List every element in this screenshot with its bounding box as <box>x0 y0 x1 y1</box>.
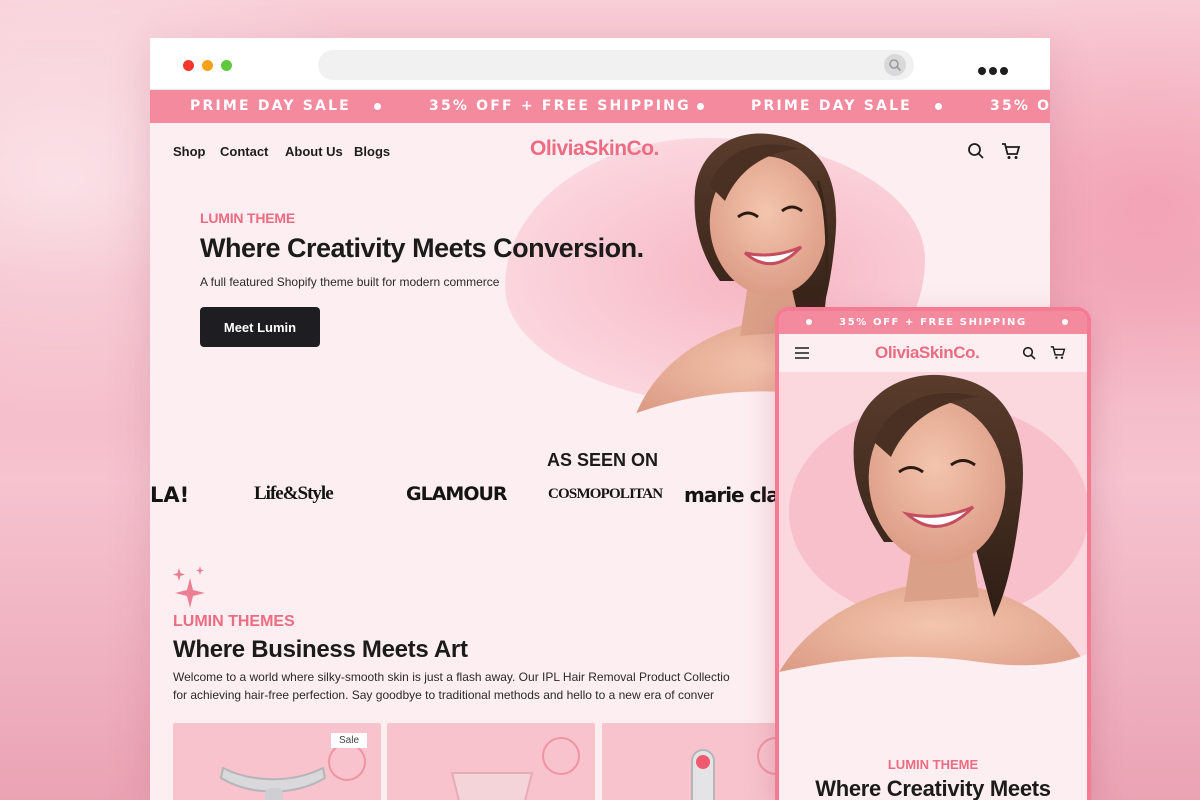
meet-lumin-button[interactable]: Meet Lumin <box>200 307 320 347</box>
section-body: Welcome to a world where silky-smooth sk… <box>173 668 793 704</box>
mobile-preview: 35% OFF + FREE SHIPPING OliviaSkinCo. LU… <box>775 307 1091 800</box>
nav-link-contact[interactable]: Contact <box>220 144 268 159</box>
mobile-model-image <box>779 374 1087 692</box>
as-seen-on-title: AS SEEN ON <box>547 450 659 470</box>
mobile-hero-eyebrow: LUMIN THEME <box>887 757 979 772</box>
mobile-hero-image <box>779 372 1087 692</box>
announcement-item: 35% OFF + FREE SHIPPING <box>429 98 691 114</box>
search-icon[interactable] <box>967 142 985 165</box>
product-card[interactable]: Sale <box>173 723 381 800</box>
browser-chrome <box>150 38 1050 90</box>
announcement-item: PRIME DAY SALE <box>751 98 912 114</box>
press-logo-lifestyle: Life&Style <box>254 483 334 504</box>
announcement-bar: PRIME DAY SALE 35% OFF + FREE SHIPPING P… <box>150 90 1050 123</box>
bullet-icon <box>806 319 812 325</box>
store-logo[interactable]: OliviaSkinCo. <box>530 137 659 161</box>
more-horizontal-icon[interactable] <box>978 62 1011 80</box>
section-body-line: Welcome to a world where silky-smooth sk… <box>173 670 730 684</box>
hero-eyebrow: LUMIN THEME <box>200 210 296 226</box>
guarantee-stamp-icon <box>542 737 580 775</box>
mobile-hero-title: Where Creativity Meets <box>815 776 1051 800</box>
section-eyebrow: LUMIN THEMES <box>173 613 295 630</box>
press-logo-cosmopolitan: COSMOPOLITAN <box>548 486 663 502</box>
hamburger-menu-icon[interactable] <box>794 346 810 365</box>
product-card[interactable] <box>387 723 595 800</box>
cart-icon[interactable] <box>1050 345 1066 365</box>
guarantee-stamp-icon <box>328 743 366 781</box>
mobile-header: OliviaSkinCo. <box>779 334 1087 372</box>
hero-title: Where Creativity Meets Conversion. <box>200 233 644 263</box>
mobile-announcement-bar: 35% OFF + FREE SHIPPING <box>779 311 1087 334</box>
sparkle-icon <box>173 566 205 608</box>
bullet-icon <box>697 103 704 110</box>
section-title: Where Business Meets Art <box>173 636 468 663</box>
sale-badge: Sale <box>331 733 368 748</box>
hero-subtitle: A full featured Shopify theme built for … <box>200 275 500 289</box>
nav-link-blogs[interactable]: Blogs <box>354 144 390 159</box>
bullet-icon <box>935 103 942 110</box>
announcement-item: PRIME DAY SALE <box>190 98 351 114</box>
search-icon[interactable] <box>1022 346 1036 365</box>
press-logo-la: LA! <box>150 483 190 507</box>
product-jar-image <box>450 772 534 800</box>
maximize-window-button[interactable] <box>221 60 232 71</box>
mobile-announcement-text: 35% OFF + FREE SHIPPING <box>839 317 1027 328</box>
mobile-store-logo[interactable]: OliviaSkinCo. <box>875 343 980 363</box>
section-body-line: for achieving hair-free perfection. Say … <box>173 688 714 702</box>
nav-link-about-us[interactable]: About Us <box>285 144 343 159</box>
face-massager-product-image <box>219 766 327 800</box>
close-window-button[interactable] <box>183 60 194 71</box>
cart-icon[interactable] <box>1001 142 1021 165</box>
address-bar[interactable] <box>318 50 914 80</box>
bullet-icon <box>374 103 381 110</box>
address-search-icon[interactable] <box>884 54 906 76</box>
bullet-icon <box>1062 319 1068 325</box>
announcement-item: 35% OF <box>990 98 1050 114</box>
nav-link-shop[interactable]: Shop <box>173 144 206 159</box>
press-logo-glamour: GLAMOUR <box>406 483 508 505</box>
minimize-window-button[interactable] <box>202 60 213 71</box>
product-wand-image <box>691 749 715 800</box>
